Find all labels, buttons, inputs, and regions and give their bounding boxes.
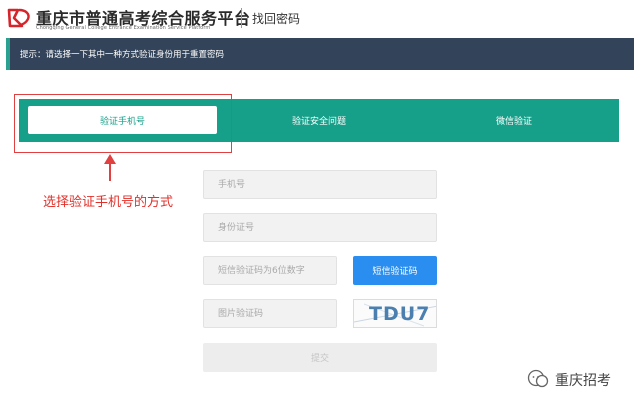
tab-wechat-verify[interactable]: 微信验证 [429,99,599,142]
tab-verify-security-question[interactable]: 验证安全问题 [234,99,404,142]
annotation-text: 选择验证手机号的方式 [43,195,174,210]
header-divider [241,8,242,28]
notice-text: 提示：请选择一下其中一种方式验证身份用于重置密码 [20,50,225,60]
watermark: 重庆招考 [527,368,637,390]
phone-input[interactable] [203,170,437,199]
watermark-text: 重庆招考 [555,373,611,389]
submit-button[interactable]: 提交 [203,343,437,372]
captcha-text: TDU7 [369,303,431,325]
id-number-input[interactable] [203,213,437,242]
site-subtitle: Chongqing General College Entrance Exami… [36,25,211,31]
annotation-highlight-box [14,94,232,153]
captcha-image[interactable]: TDU7 [353,299,437,328]
platform-logo-icon [7,8,30,28]
site-header: 重庆市普通高考综合服务平台 Chongqing General College … [0,0,640,38]
get-sms-code-button[interactable]: 短信验证码 [353,256,437,285]
page-title: 找回密码 [252,12,301,26]
wechat-official-account-icon [527,369,549,388]
sms-code-input[interactable] [203,256,337,285]
image-code-input[interactable] [203,299,337,328]
notice-bar: 提示：请选择一下其中一种方式验证身份用于重置密码 [6,38,634,70]
annotation-arrow-icon [104,154,116,181]
